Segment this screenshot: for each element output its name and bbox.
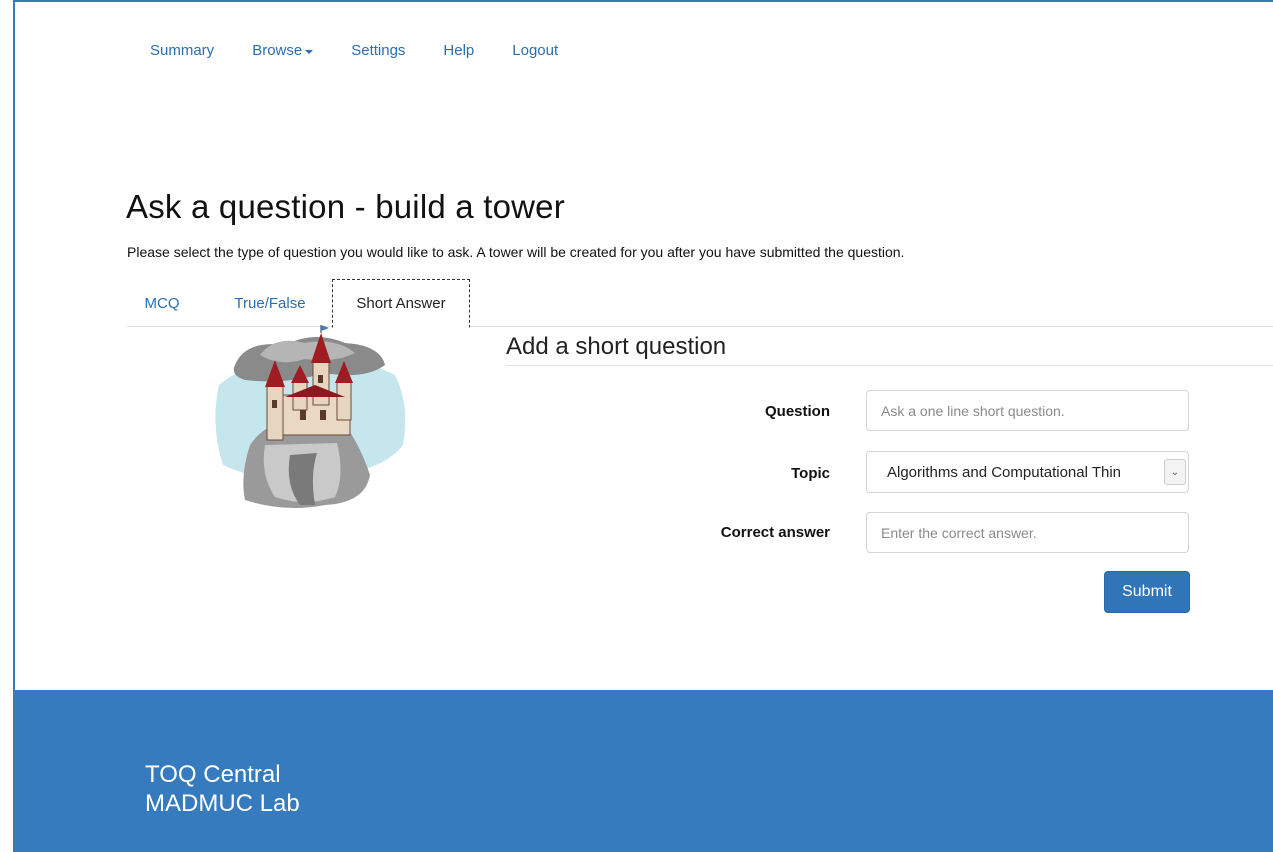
nav-logout-label: Logout [512,42,559,59]
topic-label: Topic [791,465,830,482]
question-label: Question [764,403,830,420]
nav-help[interactable]: Help [443,42,474,59]
section-divider [506,365,1273,366]
tab-mcq[interactable]: MCQ [145,279,180,327]
tab-short-answer[interactable]: Short Answer [332,279,470,328]
top-nav: Summary Browse Settings Help Logout [150,42,596,59]
nav-browse-label: Browse [252,42,303,59]
correct-answer-label: Correct answer [720,524,830,541]
topic-select[interactable]: Algorithms and Computational Thin ⌄ [866,451,1189,493]
nav-browse-dropdown[interactable]: Browse [252,42,314,59]
section-title: Add a short question [506,333,727,360]
topic-selected-value: Algorithms and Computational Thin [887,463,1122,481]
footer-line-2: MADMUC Lab [145,790,300,817]
page-title: Ask a question - build a tower [126,188,565,225]
nav-settings[interactable]: Settings [351,42,405,59]
nav-settings-label: Settings [351,42,406,59]
nav-help-label: Help [443,42,475,59]
question-input[interactable] [866,390,1189,431]
footer: TOQ Central MADMUC Lab [15,690,1273,852]
castle-illustration [215,325,406,509]
caret-down-icon [305,49,314,54]
nav-summary[interactable]: Summary [150,42,214,59]
page-intro: Please select the type of question you w… [127,244,905,260]
correct-answer-input[interactable] [866,512,1189,553]
chevron-down-icon: ⌄ [1164,459,1186,485]
question-type-tabs: MCQ True/False Short Answer [127,279,1273,328]
nav-summary-label: Summary [150,42,215,59]
tab-true-false[interactable]: True/False [227,279,313,327]
nav-logout[interactable]: Logout [512,42,558,59]
footer-line-1: TOQ Central [145,761,281,788]
submit-button[interactable]: Submit [1104,571,1190,613]
